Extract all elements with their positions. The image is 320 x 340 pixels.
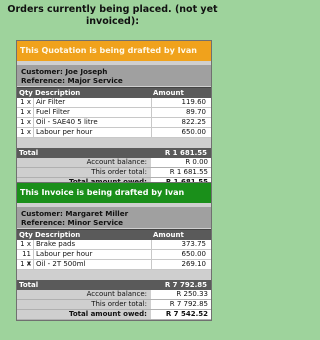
- description-header: Description: [35, 231, 81, 239]
- item-description: Brake pads: [33, 240, 151, 249]
- amount-owed-value: R 7 542.52: [151, 310, 211, 319]
- amount-header: Amount: [153, 89, 184, 97]
- customer-name: Customer: Margaret Miller: [21, 209, 129, 218]
- total-label: Total: [19, 149, 39, 157]
- quotation-banner: This Quotation is being drafted by Ivan: [17, 41, 211, 61]
- item-description: Oil - SAE40 5 litre: [33, 118, 151, 127]
- total-row: Total R 7 792.85: [17, 280, 211, 290]
- item-description: Labour per hour: [33, 128, 151, 137]
- column-headers: Qty Description Amount: [17, 229, 211, 240]
- customer-name: Customer: Joe Joseph: [21, 67, 108, 76]
- quotation-card[interactable]: This Quotation is being drafted by Ivan …: [16, 40, 212, 189]
- page-heading: Orders currently being placed. (not yet …: [7, 4, 218, 27]
- item-qty: 1 x: [20, 240, 31, 248]
- order-total-row: This order total: R 1 681.55: [17, 168, 211, 178]
- total-value: R 1 681.55: [164, 149, 207, 157]
- item-qty: 11 x: [22, 250, 31, 267]
- amount-owed-row: Total amount owed: R 7 542.52: [17, 310, 211, 320]
- item-description: Fuel Filter: [33, 108, 151, 117]
- amount-header: Amount: [153, 231, 184, 239]
- item-qty: 1 x: [20, 108, 31, 116]
- item-amount: 89.70: [151, 108, 209, 117]
- item-amount: 822.25: [151, 118, 209, 127]
- order-total-label: This order total:: [17, 168, 151, 177]
- column-headers: Qty Description Amount: [17, 87, 211, 98]
- qty-header: Qty: [19, 89, 33, 97]
- line-item[interactable]: 1 x Air Filter 119.60: [17, 98, 211, 108]
- item-amount: 269.10: [151, 260, 209, 269]
- item-description: Oil - 2T 500ml: [33, 260, 151, 269]
- order-total-row: This order total: R 7 792.85: [17, 300, 211, 310]
- item-amount: 650.00: [151, 128, 209, 137]
- amount-owed-label: Total amount owed:: [17, 310, 151, 319]
- customer-info: Customer: Margaret Miller Reference: Min…: [17, 207, 211, 228]
- account-balance-label: Account balance:: [17, 290, 151, 299]
- item-qty: 1 x: [20, 98, 31, 106]
- invoice-card[interactable]: This Invoice is being drafted by Ivan Cu…: [16, 182, 212, 321]
- invoice-banner: This Invoice is being drafted by Ivan: [17, 183, 211, 203]
- total-row: Total R 1 681.55: [17, 148, 211, 158]
- item-qty: 1 x: [20, 118, 31, 126]
- line-item[interactable]: 1 x Brake pads 373.75: [17, 240, 211, 250]
- total-value: R 7 792.85: [164, 281, 207, 289]
- item-qty: 1 x: [20, 128, 31, 136]
- item-amount: 119.60: [151, 98, 209, 107]
- account-balance-value: R 250.33: [151, 290, 211, 299]
- item-description: Labour per hour: [33, 250, 151, 259]
- account-balance-row: Account balance: R 250.33: [17, 290, 211, 300]
- line-item[interactable]: 1 x Fuel Filter 89.70: [17, 108, 211, 118]
- customer-info: Customer: Joe Joseph Reference: Major Se…: [17, 65, 211, 86]
- description-header: Description: [35, 89, 81, 97]
- total-label: Total: [19, 281, 39, 289]
- line-item[interactable]: 11 x Labour per hour 650.00: [17, 250, 211, 267]
- line-item[interactable]: 1 x Oil - SAE40 5 litre 822.25: [17, 118, 211, 128]
- line-item[interactable]: 1 x Labour per hour 650.00: [17, 128, 211, 138]
- account-balance-value: R 0.00: [151, 158, 211, 167]
- qty-header: Qty: [19, 231, 33, 239]
- order-total-label: This order total:: [17, 300, 151, 309]
- line-item[interactable]: 1 x Oil - 2T 500ml 269.10: [17, 260, 211, 270]
- order-reference: Reference: Major Service: [21, 76, 123, 85]
- item-description: Air Filter: [33, 98, 151, 107]
- order-reference: Reference: Minor Service: [21, 218, 124, 227]
- account-balance-row: Account balance: R 0.00: [17, 158, 211, 168]
- order-total-value: R 7 792.85: [151, 300, 211, 309]
- order-total-value: R 1 681.55: [151, 168, 211, 177]
- item-amount: 650.00: [151, 250, 209, 259]
- item-amount: 373.75: [151, 240, 209, 249]
- account-balance-label: Account balance:: [17, 158, 151, 167]
- item-qty: 1 x: [20, 260, 31, 268]
